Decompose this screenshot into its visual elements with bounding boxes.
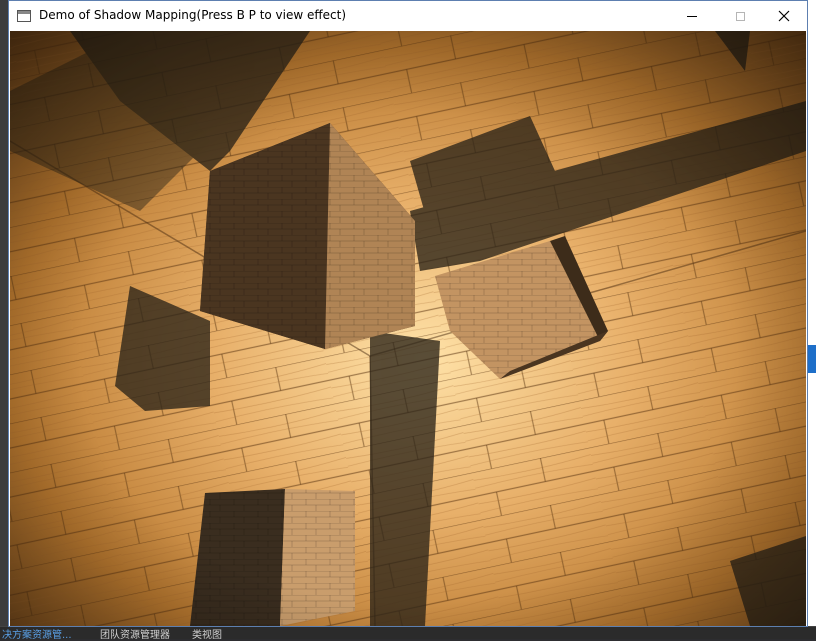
app-window: Demo of Shadow Mapping(Press B P to view… — [8, 0, 808, 627]
window-title: Demo of Shadow Mapping(Press B P to view… — [39, 8, 347, 22]
maximize-icon — [735, 11, 745, 21]
background-ide-bottom-tabs: 决方案资源管... 团队资源管理器 类视图 — [0, 626, 816, 641]
background-ide-right-edge — [808, 0, 816, 639]
close-button[interactable] — [761, 1, 807, 31]
app-window-icon — [17, 10, 31, 22]
minimize-button[interactable] — [669, 1, 715, 31]
lighting-vignette — [10, 31, 806, 626]
close-icon — [778, 10, 790, 22]
maximize-button[interactable] — [717, 1, 763, 31]
minimize-icon — [687, 15, 697, 17]
background-ide-selection-strip — [808, 345, 816, 373]
title-bar[interactable]: Demo of Shadow Mapping(Press B P to view… — [9, 1, 807, 31]
render-viewport[interactable] — [10, 31, 806, 626]
shadow-mapping-scene — [10, 31, 806, 626]
